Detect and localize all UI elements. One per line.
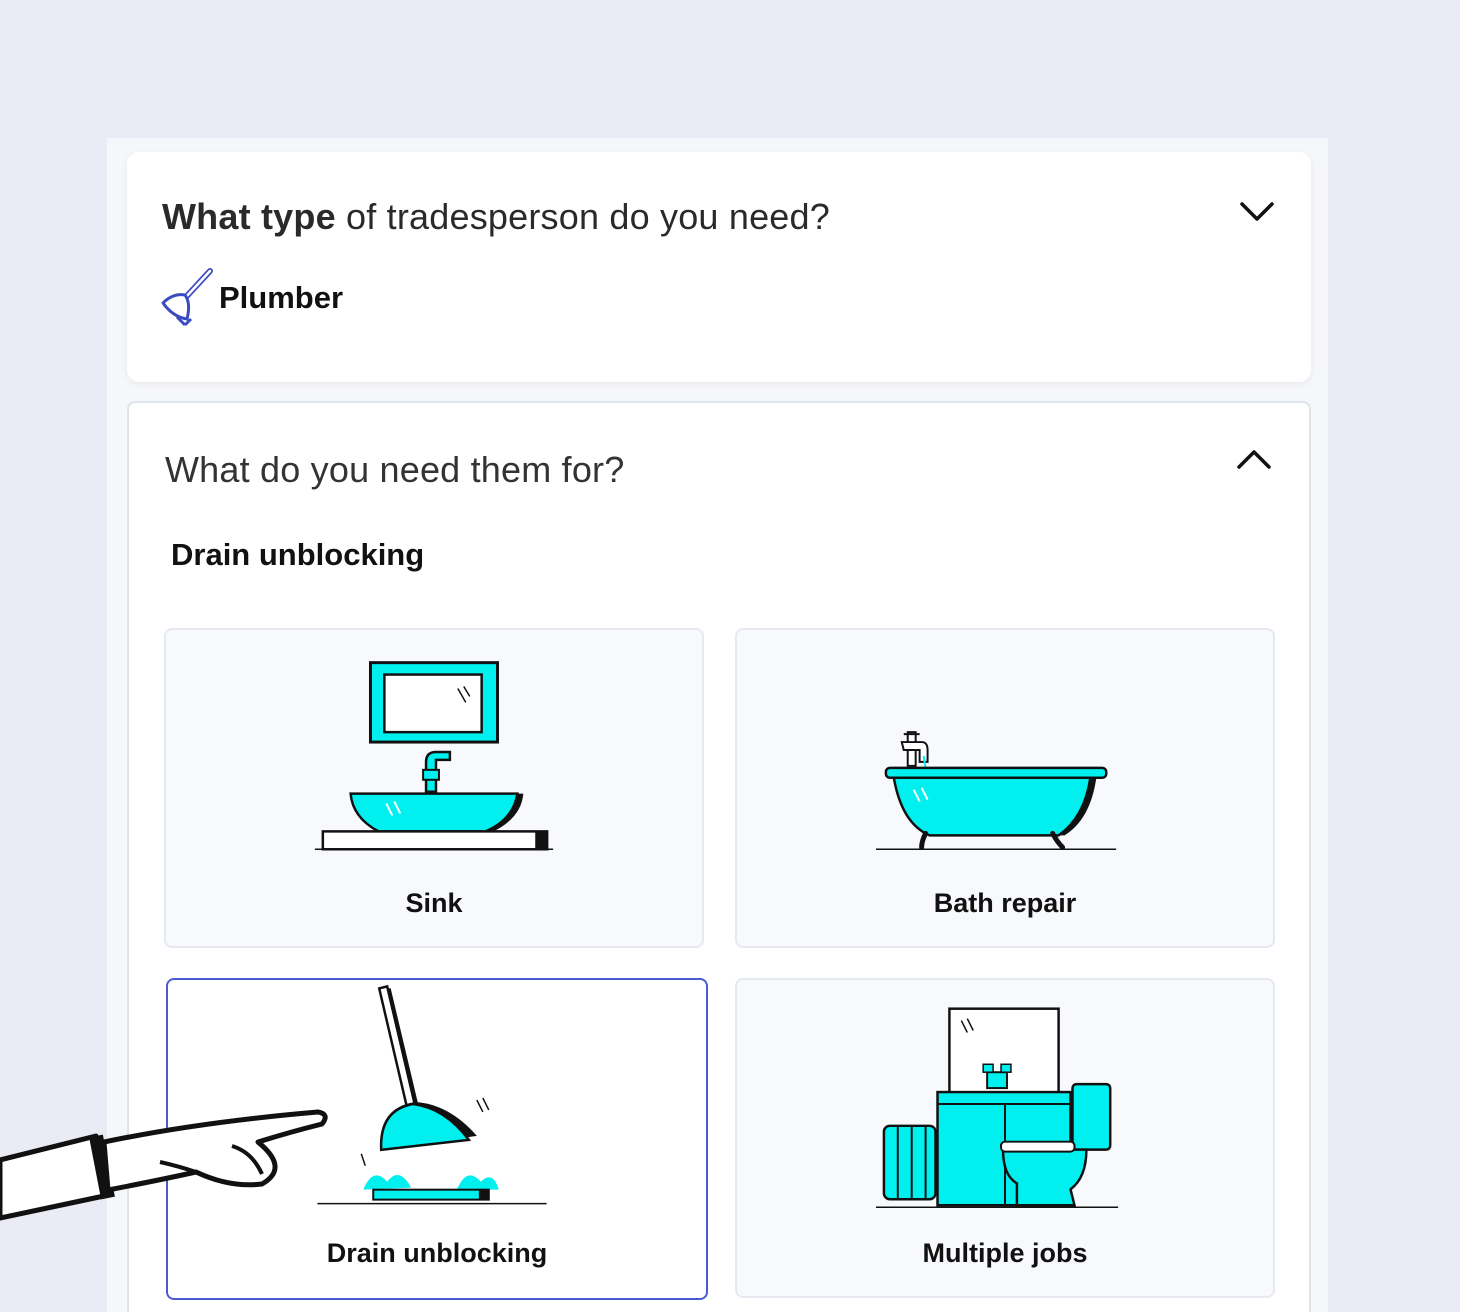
option-label: Multiple jobs — [922, 1238, 1088, 1268]
plunger-icon — [161, 268, 213, 327]
option-multiple-jobs[interactable]: Multiple jobs — [735, 978, 1275, 1298]
selected-trade: Plumber — [155, 268, 343, 328]
tradesperson-question-card[interactable]: What type of tradesperson do you need? P… — [127, 152, 1311, 382]
pointing-hand-icon — [0, 1109, 328, 1221]
chevron-up-icon[interactable] — [1234, 439, 1274, 479]
bathtub-icon — [875, 731, 1117, 851]
option-label: Bath repair — [933, 888, 1077, 918]
option-label: Sink — [405, 888, 463, 918]
tradesperson-question: What type of tradesperson do you need? — [162, 196, 830, 237]
selected-trade-label: Plumber — [219, 280, 344, 315]
option-label: Drain unblocking — [326, 1238, 548, 1268]
bathroom-icon — [875, 1007, 1119, 1208]
option-bath-repair[interactable]: Bath repair — [735, 628, 1275, 948]
chevron-down-icon[interactable] — [1237, 192, 1277, 232]
option-sink[interactable]: Sink — [164, 628, 704, 948]
sink-icon — [314, 661, 554, 851]
job-question: What do you need them for? — [165, 449, 625, 490]
selected-job-label: Drain unblocking — [171, 537, 425, 572]
